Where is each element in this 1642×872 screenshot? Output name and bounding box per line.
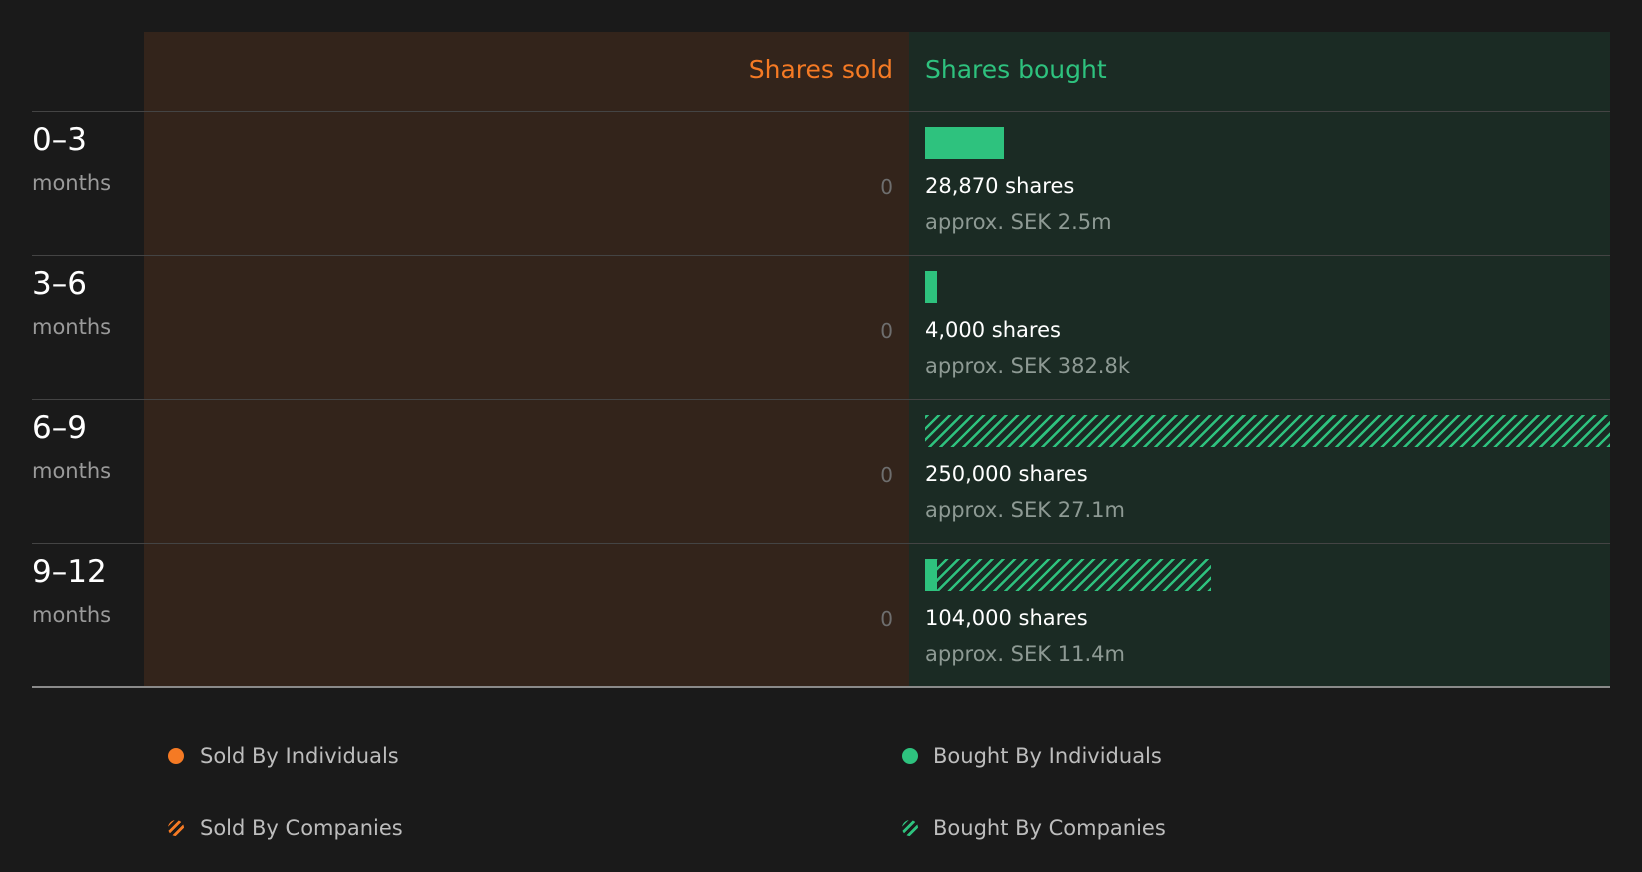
legend-sold-by-companies: Sold By Companies: [200, 816, 403, 840]
period-row-9-12: 9–12 months 0 104,000 shares approx. SEK…: [0, 544, 1642, 688]
bought-by-individuals-bar: [925, 271, 937, 303]
shares-bought-value: approx. SEK 2.5m: [925, 210, 1112, 234]
shares-sold-value: 0: [880, 607, 893, 631]
bought-by-individuals-bar: [925, 559, 937, 591]
insider-trading-chart: Shares sold Shares bought 0–3 months 0 2…: [0, 0, 1642, 872]
shares-bought-value: approx. SEK 27.1m: [925, 498, 1125, 522]
period-unit-label: months: [32, 171, 112, 195]
shares-bought-header: Shares bought: [925, 55, 1107, 84]
shares-bought-count: 250,000 shares: [925, 462, 1088, 486]
shares-sold-value: 0: [880, 175, 893, 199]
shares-sold-value: 0: [880, 319, 893, 343]
bought-by-individuals-legend-icon: [902, 748, 918, 764]
sold-by-individuals-legend-icon: [168, 748, 184, 764]
bought-by-companies-bar: [925, 415, 1610, 447]
shares-sold-value: 0: [880, 463, 893, 487]
period-row-3-6: 3–6 months 0 4,000 shares approx. SEK 38…: [0, 256, 1642, 400]
shares-bought-value: approx. SEK 11.4m: [925, 642, 1125, 666]
period-label: 9–12: [32, 554, 107, 590]
bought-by-companies-bar: [937, 559, 1211, 591]
period-row-6-9: 6–9 months 0 250,000 shares approx. SEK …: [0, 400, 1642, 544]
shares-bought-count: 104,000 shares: [925, 606, 1088, 630]
period-unit-label: months: [32, 315, 112, 339]
shares-sold-header: Shares sold: [748, 55, 893, 84]
legend-sold-by-individuals: Sold By Individuals: [200, 744, 399, 768]
period-label: 3–6: [32, 266, 87, 302]
bought-by-individuals-bar: [925, 127, 1004, 159]
legend-bought-by-individuals: Bought By Individuals: [933, 744, 1162, 768]
shares-bought-count: 28,870 shares: [925, 174, 1075, 198]
sold-by-companies-legend-icon: [168, 820, 184, 836]
period-label: 0–3: [32, 122, 87, 158]
shares-bought-count: 4,000 shares: [925, 318, 1061, 342]
period-label: 6–9: [32, 410, 87, 446]
period-unit-label: months: [32, 603, 112, 627]
shares-bought-value: approx. SEK 382.8k: [925, 354, 1131, 378]
period-row-0-3: 0–3 months 0 28,870 shares approx. SEK 2…: [0, 112, 1642, 256]
legend-bought-by-companies: Bought By Companies: [933, 816, 1166, 840]
bought-by-companies-legend-icon: [902, 820, 918, 836]
period-unit-label: months: [32, 459, 112, 483]
